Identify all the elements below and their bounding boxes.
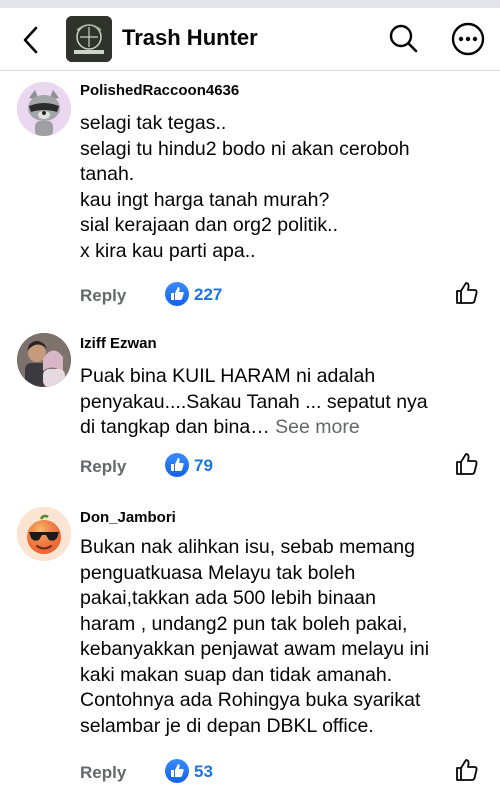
comment-line: Bukan nak alihkan isu, sebab memang (80, 536, 415, 558)
back-arrow-icon[interactable] (14, 22, 50, 58)
like-thumb-icon[interactable] (454, 757, 480, 783)
comment-line: x kira kau parti apa.. (80, 239, 256, 262)
comment: PolishedRaccoon4636 selagi tak tegas.. s… (0, 70, 500, 315)
comment: Don_Jambori Bukan nak alihkan isu, sebab… (0, 497, 500, 802)
comment-text: Bukan nak alihkan isu, sebab memang peng… (80, 535, 485, 739)
comment-line: Contohnya ada Rohingya buka syarikat (80, 689, 421, 711)
comment-text: Puak bina KUIL HARAM ni adalah penyakau.… (80, 364, 485, 441)
comment-line: sial kerajaan dan org2 politik.. (80, 214, 338, 236)
comment-line: selambar je di depan DBKL office. (80, 714, 374, 737)
sunglasses-emoji-avatar-icon (17, 507, 71, 561)
reply-button[interactable]: Reply (80, 763, 126, 783)
reply-button[interactable]: Reply (80, 286, 126, 306)
comment-actions: Reply 227 (0, 282, 500, 312)
comment-line: kebanyakkan penjawat awam melayu ini (80, 638, 430, 660)
search-icon[interactable] (386, 21, 420, 55)
page-logo[interactable] (66, 16, 112, 62)
comment-author[interactable]: Iziff Ezwan (80, 335, 157, 352)
like-thumb-icon[interactable] (454, 280, 480, 306)
comment-line: pakai,takkan ada 500 lebih binaan (80, 587, 376, 609)
see-more-link[interactable]: See more (275, 416, 360, 438)
comment-line: kaki makan suap dan tidak amanah. (80, 663, 393, 686)
comment-line: kau ingt harga tanah murah? (80, 188, 330, 211)
avatar[interactable] (17, 333, 71, 387)
trash-hunter-logo-icon (66, 16, 112, 62)
page-header: Trash Hunter (0, 8, 500, 71)
comment-author[interactable]: PolishedRaccoon4636 (80, 82, 239, 99)
comment-line: selagi tu hindu2 bodo ni akan ceroboh (80, 137, 410, 160)
comment-line: di tangkap dan bina… (80, 416, 270, 438)
comment-actions: Reply 79 (0, 453, 500, 483)
comment-author[interactable]: Don_Jambori (80, 509, 176, 526)
like-reaction-icon (165, 282, 189, 306)
avatar[interactable] (17, 507, 71, 561)
comment-text: selagi tak tegas.. selagi tu hindu2 bodo… (80, 111, 485, 264)
like-reaction-icon (165, 759, 189, 783)
status-bar-strip (0, 0, 500, 8)
like-reaction-icon (165, 453, 189, 477)
comment-actions: Reply 53 (0, 759, 500, 789)
like-count: 227 (194, 285, 223, 304)
like-count: 79 (194, 456, 213, 475)
reply-button[interactable]: Reply (80, 457, 126, 477)
comment-line: haram , undang2 pun tak boleh pakai, (80, 612, 408, 635)
page-title[interactable]: Trash Hunter (122, 25, 258, 51)
couple-photo-avatar-icon (17, 333, 71, 387)
raccoon-avatar-icon (17, 82, 71, 136)
comment-line: Puak bina KUIL HARAM ni adalah (80, 365, 376, 387)
comment-line: selagi tak tegas.. (80, 112, 227, 134)
comment-line-with-see-more: di tangkap dan bina… See more (80, 415, 485, 441)
avatar[interactable] (17, 82, 71, 136)
more-options-icon[interactable] (450, 21, 486, 57)
comment-line: tanah. (80, 163, 135, 185)
comment: Iziff Ezwan Puak bina KUIL HARAM ni adal… (0, 325, 500, 495)
comment-line: penguatkuasa Melayu tak boleh (80, 561, 356, 584)
like-count: 53 (194, 762, 213, 781)
like-thumb-icon[interactable] (454, 451, 480, 477)
comment-line: penyakau....Sakau Tanah ... sepatut nya (80, 390, 428, 413)
